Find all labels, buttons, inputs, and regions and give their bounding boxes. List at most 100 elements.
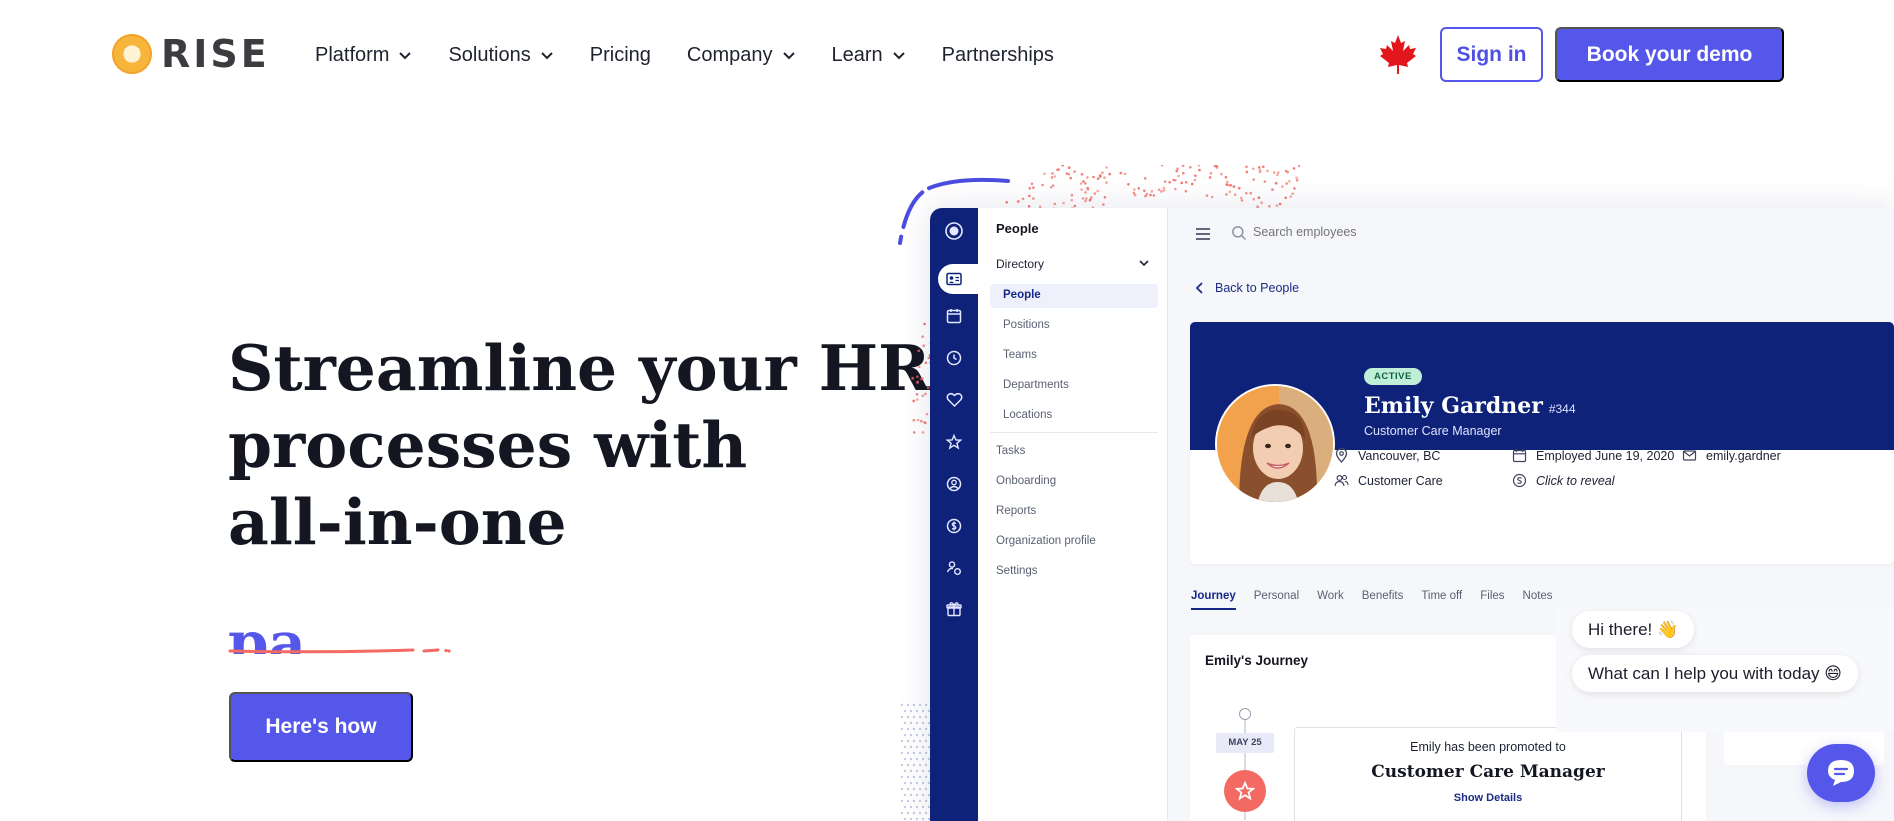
tab-journey[interactable]: Journey (1191, 590, 1236, 610)
employed-info: Employed June 19, 2020 (1512, 448, 1674, 463)
decor-dot (918, 775, 922, 779)
subnav-directory[interactable]: Directory (996, 257, 1044, 271)
clock-icon[interactable] (944, 348, 964, 368)
search-employees-input[interactable] (1253, 220, 1553, 244)
decor-dot (1245, 165, 1248, 169)
decor-dot (1150, 189, 1154, 193)
tab-notes[interactable]: Notes (1523, 590, 1553, 610)
decor-dot (1144, 194, 1147, 198)
subnav-item-departments[interactable]: Departments (1003, 379, 1069, 391)
chevron-down-icon[interactable] (1138, 257, 1150, 269)
decor-dot (1210, 195, 1214, 199)
subnav-item-locations[interactable]: Locations (1003, 409, 1052, 421)
decor-dot (900, 715, 904, 719)
subnav-item-settings[interactable]: Settings (996, 565, 1038, 577)
decor-dot (918, 365, 921, 369)
profile-name: Emily Gardner #344 (1364, 393, 1576, 419)
show-details-link[interactable]: Show Details (1295, 792, 1681, 804)
decor-dot (1266, 169, 1269, 173)
decor-dot (911, 376, 914, 380)
decor-dot (1249, 191, 1253, 195)
heres-how-button[interactable]: Here's how (229, 692, 413, 762)
decor-dot (1103, 196, 1107, 199)
decor-dot (1245, 170, 1249, 174)
nav-learn[interactable]: Learn (832, 38, 906, 72)
hamburger-menu-icon[interactable] (1194, 225, 1212, 243)
email-text: emily.gardner (1706, 448, 1781, 463)
profile-card: ACTIVE Emily Gardner #344 Customer Care M… (1190, 322, 1894, 564)
decor-dot (906, 799, 910, 803)
decor-dot (1101, 171, 1104, 174)
home-icon[interactable] (944, 221, 964, 241)
book-demo-button[interactable]: Book your demo (1555, 27, 1784, 82)
decor-dot (916, 381, 919, 385)
decor-dot (1284, 169, 1288, 173)
decor-dot (1085, 197, 1088, 200)
subnav-item-people[interactable]: People (1003, 289, 1041, 301)
back-to-people-link[interactable]: Back to People (1193, 281, 1299, 295)
decor-dot (1295, 179, 1299, 182)
decor-dot (1292, 167, 1296, 170)
decor-dot (915, 733, 919, 737)
decor-dot (1053, 175, 1057, 178)
subnav-item-positions[interactable]: Positions (1003, 319, 1050, 331)
decor-dot (912, 775, 916, 779)
user-search-icon[interactable] (944, 474, 964, 494)
tab-benefits[interactable]: Benefits (1362, 590, 1404, 610)
decor-dot (915, 757, 919, 761)
decor-dot (1168, 180, 1171, 184)
decor-dot (909, 733, 913, 737)
calendar-icon[interactable] (944, 306, 964, 326)
chat-question-bubble[interactable]: What can I help you with today 😄 (1572, 655, 1858, 692)
decor-dot (922, 344, 926, 347)
decor-dot (1053, 202, 1056, 206)
tab-files[interactable]: Files (1480, 590, 1504, 610)
chat-launcher-button[interactable] (1807, 744, 1875, 802)
decor-dot (1119, 171, 1123, 175)
heart-icon[interactable] (944, 390, 964, 410)
nav-solutions[interactable]: Solutions (448, 38, 553, 72)
decor-dot (1080, 173, 1084, 176)
decor-dot (1103, 176, 1106, 179)
decor-dot (1084, 191, 1087, 194)
decor-dot (924, 799, 928, 803)
decor-dot (912, 751, 916, 755)
subnav-item-teams[interactable]: Teams (1003, 349, 1037, 361)
decor-dot (1067, 166, 1071, 169)
decor-dot (1084, 199, 1087, 203)
subnav-item-tasks[interactable]: Tasks (996, 445, 1025, 457)
people-card-icon[interactable] (944, 269, 964, 289)
decor-dot (924, 392, 927, 396)
nav-partnerships[interactable]: Partnerships (942, 38, 1054, 72)
decor-dot (900, 763, 904, 767)
maple-leaf-icon[interactable] (1378, 33, 1418, 75)
tab-time-off[interactable]: Time off (1421, 590, 1462, 610)
subnav-item-onboarding[interactable]: Onboarding (996, 475, 1056, 487)
subnav-item-organization-profile[interactable]: Organization profile (996, 535, 1096, 547)
decor-dot (1185, 181, 1188, 184)
decor-dot (1096, 177, 1100, 180)
nav-pricing[interactable]: Pricing (590, 38, 651, 72)
star-icon[interactable] (944, 432, 964, 452)
tab-personal[interactable]: Personal (1254, 590, 1299, 610)
decor-dot (1162, 186, 1166, 190)
sign-in-button[interactable]: Sign in (1440, 27, 1543, 82)
rise-logo[interactable]: RISE (112, 34, 270, 74)
decor-dot (903, 793, 907, 797)
chat-greeting-bubble[interactable]: Hi there! 👋 (1572, 611, 1695, 648)
nav-platform[interactable]: Platform (315, 38, 412, 72)
decor-dot (1041, 183, 1044, 187)
salary-info[interactable]: Click to reveal (1512, 473, 1615, 488)
event-description: Emily has been promoted to (1410, 740, 1566, 754)
decor-dot (1193, 178, 1197, 182)
dollar-icon[interactable] (944, 516, 964, 536)
decor-dot (1225, 193, 1228, 196)
nav-company[interactable]: Company (687, 38, 796, 72)
decor-dot (1143, 177, 1147, 180)
decor-dot (906, 775, 910, 779)
gift-icon[interactable] (944, 599, 964, 619)
tab-work[interactable]: Work (1317, 590, 1344, 610)
subnav-item-reports[interactable]: Reports (996, 505, 1036, 517)
user-settings-icon[interactable] (944, 558, 964, 578)
decor-dot (900, 739, 904, 743)
